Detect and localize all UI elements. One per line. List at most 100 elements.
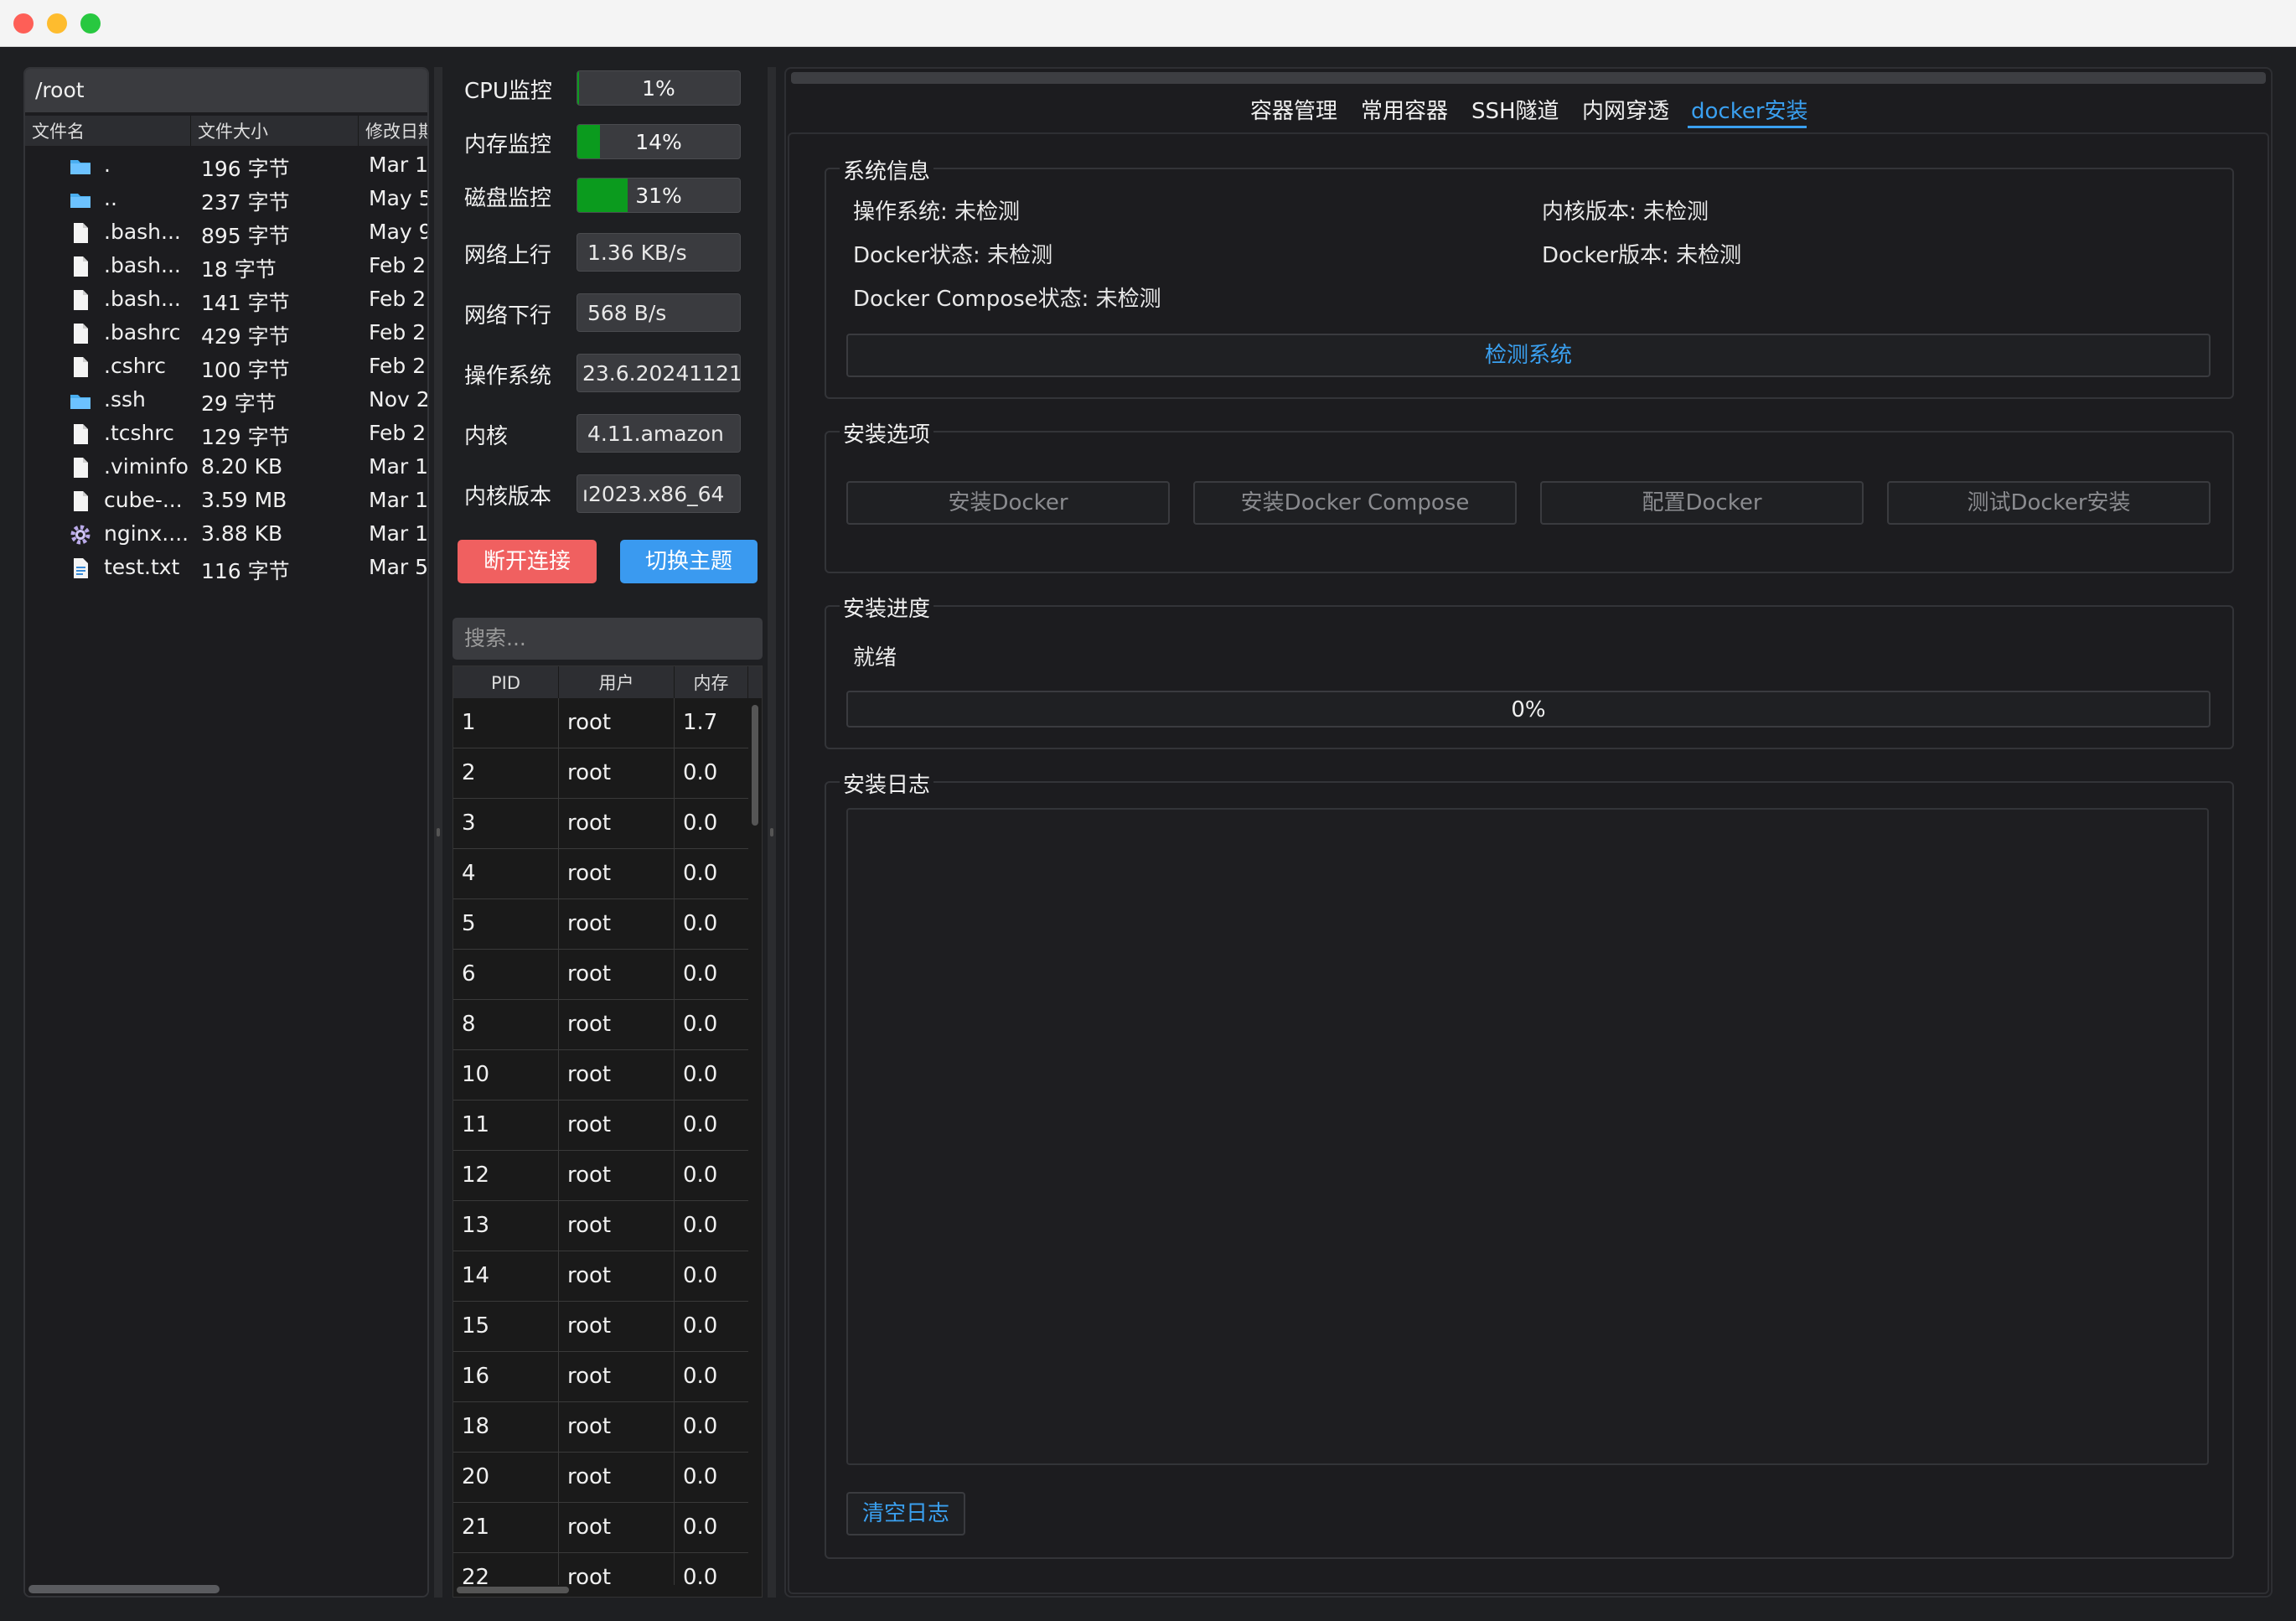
process-row[interactable]: 1 root 1.7 [453, 698, 748, 748]
switch-theme-button[interactable]: 切换主题 [620, 540, 758, 583]
process-row[interactable]: 20 root 0.0 [453, 1453, 748, 1503]
install-log-textarea[interactable] [846, 808, 2209, 1465]
network-up-field: 1.36 KB/s [577, 233, 741, 272]
file-row[interactable]: . 196 字节 Mar 17 [25, 149, 427, 183]
minimize-window-button[interactable] [47, 13, 67, 34]
file-icon [69, 322, 92, 345]
file-row[interactable]: .viminfo 8.20 KB Mar 17 [25, 451, 427, 484]
file-date: Feb 2 [369, 421, 427, 445]
panel-drag-handle[interactable] [791, 72, 2266, 84]
file-date: Mar 17 [369, 521, 429, 546]
process-row[interactable]: 15 root 0.0 [453, 1302, 748, 1352]
system-info-title: 系统信息 [840, 154, 934, 185]
process-row[interactable]: 10 root 0.0 [453, 1050, 748, 1101]
file-row[interactable]: .cshrc 100 字节 Feb 2 [25, 350, 427, 384]
process-user: root [559, 1101, 675, 1150]
folder-icon [69, 389, 92, 412]
process-row[interactable]: 4 root 0.0 [453, 849, 748, 899]
disconnect-button[interactable]: 断开连接 [458, 540, 597, 583]
process-table-horizontal-scrollbar[interactable] [453, 1585, 762, 1597]
process-memory: 0.0 [683, 1163, 718, 1188]
process-row[interactable]: 2 root 0.0 [453, 748, 748, 799]
test-docker-install-button[interactable]: 测试Docker安装 [1887, 481, 2211, 525]
file-row[interactable]: .. 237 字节 May 5 [25, 183, 427, 216]
process-user: root [559, 748, 675, 798]
process-row[interactable]: 14 root 0.0 [453, 1251, 748, 1302]
process-memory: 0.0 [683, 961, 718, 987]
process-row[interactable]: 11 root 0.0 [453, 1101, 748, 1151]
path-bar[interactable]: /root [25, 69, 427, 112]
process-row[interactable]: 5 root 0.0 [453, 899, 748, 950]
process-search-input[interactable]: 搜索... [452, 618, 763, 660]
file-row[interactable]: .ssh 29 字节 Nov 2 [25, 384, 427, 417]
install-docker-button[interactable]: 安装Docker [846, 481, 1170, 525]
process-row[interactable]: 3 root 0.0 [453, 799, 748, 849]
process-row[interactable]: 16 root 0.0 [453, 1352, 748, 1402]
process-user: root [559, 1402, 675, 1452]
process-row[interactable]: 8 root 0.0 [453, 1000, 748, 1050]
kernel-version-field: ı2023.x86_64 [577, 474, 741, 513]
process-pid: 2 [453, 748, 559, 798]
file-list-horizontal-scrollbar[interactable] [25, 1582, 427, 1596]
file-row[interactable]: .bash... 895 字节 May 9 [25, 216, 427, 250]
column-header-pid[interactable]: PID [453, 666, 559, 698]
tab-ssh-tunnel[interactable]: SSH隧道 [1471, 94, 1559, 125]
active-tab-indicator [1688, 126, 1807, 128]
cpu-progress-bar: 1% [577, 70, 741, 106]
column-header-name[interactable]: 文件名 [25, 116, 191, 146]
install-progress-group [825, 605, 2234, 749]
process-pid: 10 [453, 1050, 559, 1100]
process-user: root [559, 1000, 675, 1049]
process-memory: 1.7 [683, 710, 718, 735]
file-size: 29 字节 [201, 391, 277, 416]
file-row[interactable]: cube-... 3.59 MB Mar 17 [25, 484, 427, 518]
configure-docker-button[interactable]: 配置Docker [1540, 481, 1864, 525]
process-pid: 3 [453, 799, 559, 848]
file-name: . [104, 153, 111, 177]
file-row[interactable]: .bashrc 429 字节 Feb 2 [25, 317, 427, 350]
file-size: 141 字节 [201, 291, 290, 315]
process-row[interactable]: 6 root 0.0 [453, 950, 748, 1000]
column-header-memory[interactable]: 内存 [675, 666, 748, 698]
file-date: May 5 [369, 186, 429, 210]
tab-intranet-penetration[interactable]: 内网穿透 [1582, 94, 1669, 125]
clear-log-button[interactable]: 清空日志 [846, 1492, 965, 1536]
process-memory: 0.0 [683, 1313, 718, 1339]
maximize-window-button[interactable] [80, 13, 101, 34]
close-window-button[interactable] [13, 13, 34, 34]
install-docker-compose-button[interactable]: 安装Docker Compose [1193, 481, 1517, 525]
column-header-size[interactable]: 文件大小 [191, 116, 359, 146]
process-table-header: PID 用户 内存 [453, 666, 762, 698]
process-row[interactable]: 21 root 0.0 [453, 1503, 748, 1553]
process-row[interactable]: 13 root 0.0 [453, 1201, 748, 1251]
process-memory: 0.0 [683, 1464, 718, 1489]
tab-common-containers[interactable]: 常用容器 [1361, 94, 1448, 125]
right-splitter-handle[interactable] [768, 67, 776, 1598]
process-table-vertical-scrollbar[interactable] [748, 698, 762, 1597]
column-header-date[interactable]: 修改日期 [359, 116, 427, 146]
process-row[interactable]: 18 root 0.0 [453, 1402, 748, 1453]
tab-docker-install[interactable]: docker安装 [1691, 94, 1808, 125]
process-pid: 21 [453, 1503, 559, 1552]
file-name: .bash... [104, 253, 181, 277]
left-splitter-handle[interactable] [434, 67, 442, 1598]
file-date: Feb 2 [369, 320, 427, 344]
process-row[interactable]: 12 root 0.0 [453, 1151, 748, 1201]
detect-system-button[interactable]: 检测系统 [846, 334, 2211, 377]
install-options-title: 安装选项 [840, 417, 934, 448]
process-memory: 0.0 [683, 1364, 718, 1389]
file-row[interactable]: .bash... 141 字节 Feb 2 [25, 283, 427, 317]
tab-container-management[interactable]: 容器管理 [1250, 94, 1337, 125]
process-pid: 15 [453, 1302, 559, 1351]
file-row[interactable]: test.txt 116 字节 Mar 5 [25, 552, 427, 585]
kernel-value: 4.11.amazon [587, 422, 724, 446]
file-date: Mar 5 [369, 555, 429, 579]
file-date: Feb 2 [369, 287, 427, 311]
file-row[interactable]: nginx.... 3.88 KB Mar 17 [25, 518, 427, 552]
file-date: May 9 [369, 220, 429, 244]
file-row[interactable]: .bash... 18 字节 Feb 2 [25, 250, 427, 283]
process-memory: 0.0 [683, 1213, 718, 1238]
file-name: nginx.... [104, 521, 189, 546]
file-row[interactable]: .tcshrc 129 字节 Feb 2 [25, 417, 427, 451]
column-header-user[interactable]: 用户 [559, 666, 675, 698]
